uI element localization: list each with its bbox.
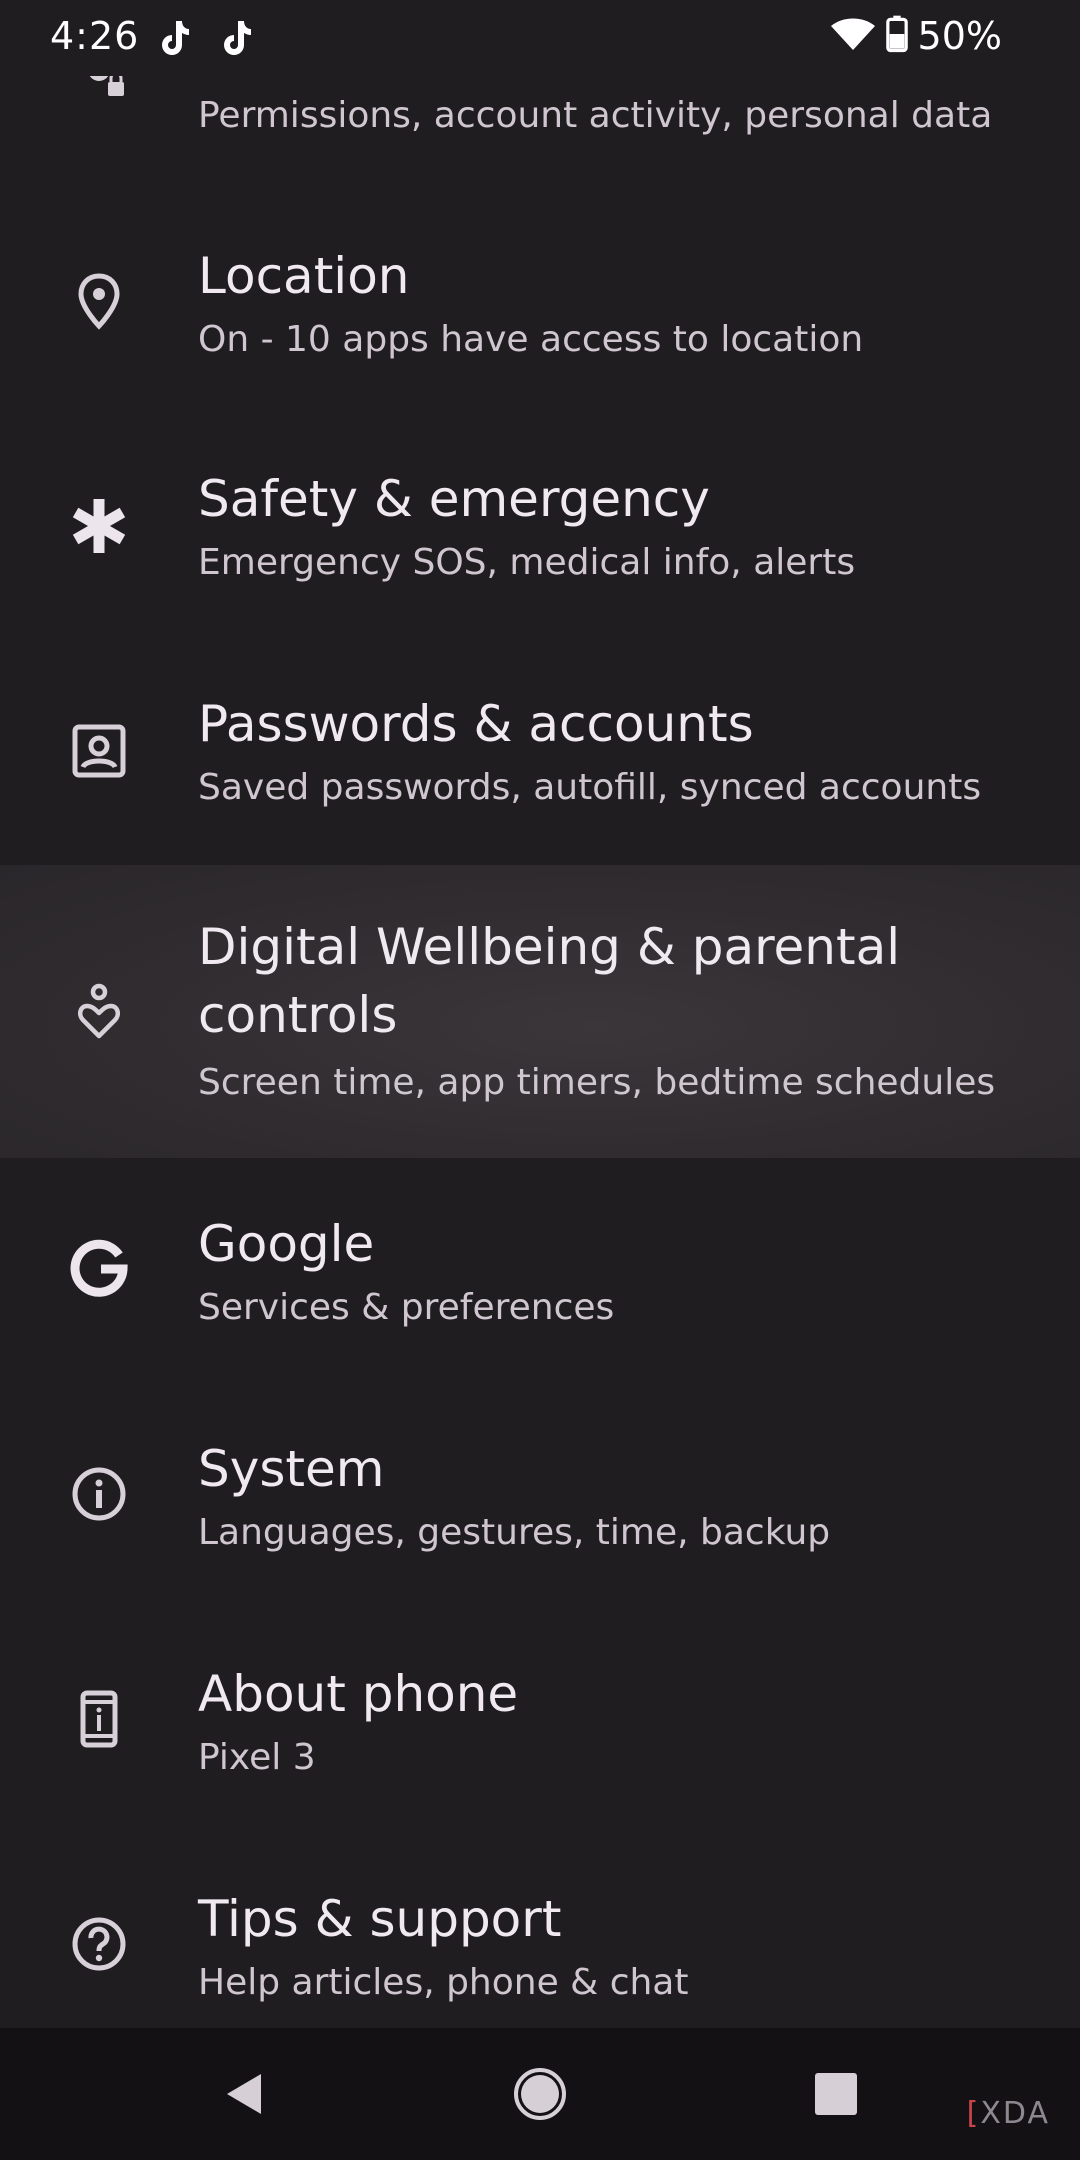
recents-button[interactable]	[796, 2056, 876, 2136]
back-icon	[219, 2069, 269, 2123]
settings-item-subtitle: Saved passwords, autofill, synced accoun…	[198, 767, 982, 808]
system-status-icons: 50%	[830, 14, 1002, 58]
settings-item-passwords[interactable]: Passwords & accounts Saved passwords, au…	[0, 640, 1080, 865]
status-bar: 4:26 50%	[0, 0, 1080, 76]
settings-item-subtitle: Emergency SOS, medical info, alerts	[198, 542, 856, 583]
xda-watermark: [XDA	[967, 2096, 1050, 2131]
settings-item-title: System	[198, 1440, 385, 1498]
settings-item-title: Location	[198, 247, 410, 305]
settings-item-location[interactable]: Location On - 10 apps have access to loc…	[0, 190, 1080, 415]
settings-item-title: Tips & support	[198, 1890, 562, 1948]
wifi-icon	[830, 16, 876, 56]
settings-item-subtitle: Screen time, app timers, bedtime schedul…	[198, 1062, 996, 1103]
settings-item-subtitle: Help articles, phone & chat	[198, 1962, 689, 2003]
google-g-icon	[68, 1238, 130, 1300]
asterisk-icon	[68, 495, 130, 557]
watermark-text: XDA	[980, 2096, 1050, 2131]
settings-item-about-phone[interactable]: About phone Pixel 3	[0, 1608, 1080, 1833]
settings-item-safety[interactable]: Safety & emergency Emergency SOS, medica…	[0, 415, 1080, 640]
settings-item-digital-wellbeing[interactable]: Digital Wellbeing & parental controls Sc…	[0, 865, 1080, 1158]
settings-item-title: Safety & emergency	[198, 470, 710, 528]
settings-item-subtitle: Permissions, account activity, personal …	[198, 95, 993, 136]
xda-logo-icon: [	[966, 2096, 981, 2131]
tiktok-icon	[160, 18, 192, 58]
battery-icon	[885, 14, 908, 58]
settings-item-title: Digital Wellbeing & parental controls	[198, 918, 901, 1044]
settings-item-tips-support[interactable]: Tips & support Help articles, phone & ch…	[0, 1833, 1080, 2028]
home-icon	[512, 2066, 568, 2126]
info-circle-icon	[68, 1463, 130, 1525]
help-circle-icon	[68, 1913, 130, 1975]
home-button[interactable]	[500, 2056, 580, 2136]
settings-item-subtitle: Services & preferences	[198, 1287, 615, 1328]
back-button[interactable]	[204, 2056, 284, 2136]
settings-item-title: Google	[198, 1215, 375, 1273]
location-pin-icon	[68, 270, 130, 332]
settings-item-subtitle: Pixel 3	[198, 1737, 316, 1778]
phone-info-icon	[68, 1688, 130, 1750]
battery-percent: 50%	[917, 14, 1002, 58]
settings-item-google[interactable]: Google Services & preferences	[0, 1158, 1080, 1383]
settings-item-subtitle: On - 10 apps have access to location	[198, 319, 864, 360]
settings-item-system[interactable]: System Languages, gestures, time, backup	[0, 1383, 1080, 1608]
account-box-icon	[68, 720, 130, 782]
settings-item-title: Passwords & accounts	[198, 695, 754, 753]
settings-screen: Permissions, account activity, personal …	[0, 0, 1080, 2160]
settings-item-title: About phone	[198, 1665, 519, 1723]
wellbeing-heart-icon	[68, 980, 130, 1042]
status-time: 4:26	[50, 14, 140, 58]
settings-item-subtitle: Languages, gestures, time, backup	[198, 1512, 831, 1553]
navigation-bar: [XDA	[0, 2028, 1080, 2160]
recents-icon	[813, 2071, 859, 2121]
tiktok-icon	[222, 18, 254, 58]
